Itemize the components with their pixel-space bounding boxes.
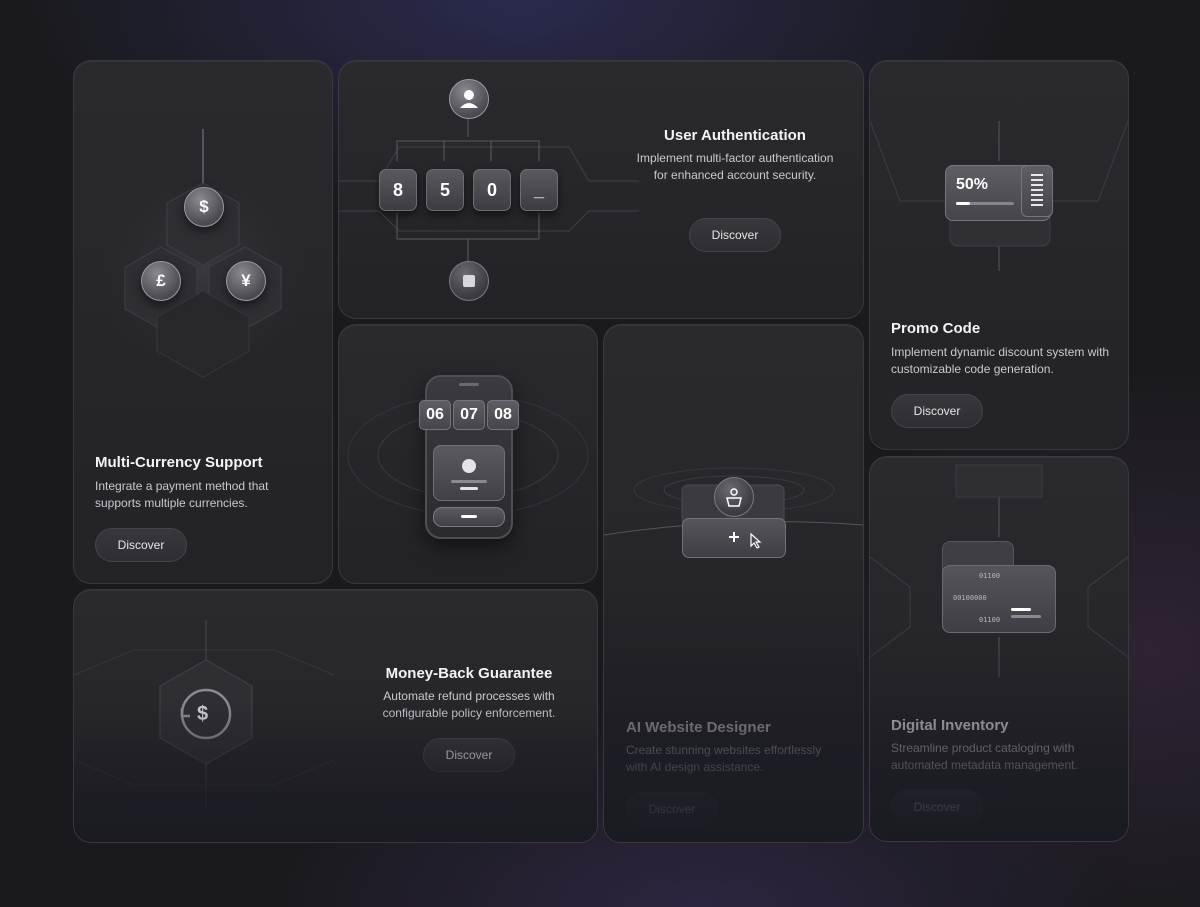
money-back-illustration (74, 620, 335, 810)
promo-code-card: 50% Promo Code Implement dynamic discoun… (869, 60, 1129, 450)
user-avatar-icon (449, 79, 489, 119)
otp-digit: _ (520, 169, 558, 211)
countdown-minutes: 07 (453, 400, 485, 430)
otp-digit: 8 (379, 169, 417, 211)
currency-illustration (93, 129, 313, 381)
yen-coin-icon: ¥ (226, 261, 266, 301)
dollar-coin-icon: $ (184, 187, 224, 227)
discount-value: 50% (956, 176, 989, 193)
card-description: Implement dynamic discount system with c… (891, 345, 1110, 376)
binary-line: 01100 (979, 616, 1001, 624)
discover-button[interactable]: Discover (626, 792, 718, 826)
card-title: Promo Code (891, 320, 981, 337)
discover-button[interactable]: Discover (891, 790, 983, 824)
card-description: Create stunning websites effortlessly wi… (626, 743, 822, 774)
binary-line: 01100 (979, 572, 1001, 580)
countdown-seconds: 08 (487, 400, 519, 430)
ai-designer-illustration (604, 467, 863, 536)
discover-button[interactable]: Discover (891, 394, 983, 428)
card-title: Money-Back Guarantee (385, 665, 553, 682)
barcode-icon (1021, 165, 1053, 217)
pound-coin-icon: £ (141, 261, 181, 301)
discover-button[interactable]: Discover (423, 738, 515, 772)
discover-button[interactable]: Discover (689, 218, 781, 252)
phone-card (433, 445, 505, 501)
multi-currency-card: $ £ ¥ Multi-Currency Support Integrate a… (73, 60, 333, 584)
card-description: Automate refund processes with configura… (382, 689, 556, 720)
card-description: Integrate a payment method that supports… (95, 479, 269, 510)
card-description: Streamline product cataloging with autom… (891, 741, 1078, 772)
card-title: Digital Inventory (891, 717, 1009, 734)
phone-action-button (433, 507, 505, 527)
badge-icon (451, 459, 487, 490)
add-element-bar (682, 518, 786, 558)
countdown-hours: 06 (419, 400, 451, 430)
dollar-icon: $ (197, 703, 209, 725)
card-title: Multi-Currency Support (95, 454, 263, 471)
card-title: AI Website Designer (626, 719, 771, 736)
binary-line: 00100000 (953, 594, 987, 602)
folder-front: 01100 00100000 01100 (942, 565, 1056, 633)
digital-inventory-card: 01100 00100000 01100 Digital Inventory S… (869, 456, 1129, 842)
otp-digit: 5 (426, 169, 464, 211)
otp-digit: 0 (473, 169, 511, 211)
money-back-card: $ Money-Back Guarantee Automate refund p… (73, 589, 598, 843)
ai-designer-card: AI Website Designer Create stunning webs… (603, 324, 864, 843)
lock-icon (449, 261, 489, 301)
plant-icon (714, 477, 754, 517)
user-auth-card: 8 5 0 _ User Authentication Implement mu… (338, 60, 864, 319)
card-description: Implement multi-factor authentication fo… (636, 151, 834, 182)
discover-button[interactable]: Discover (95, 528, 187, 562)
countdown-card: 06 07 08 (338, 324, 598, 584)
card-title: User Authentication (664, 127, 806, 144)
